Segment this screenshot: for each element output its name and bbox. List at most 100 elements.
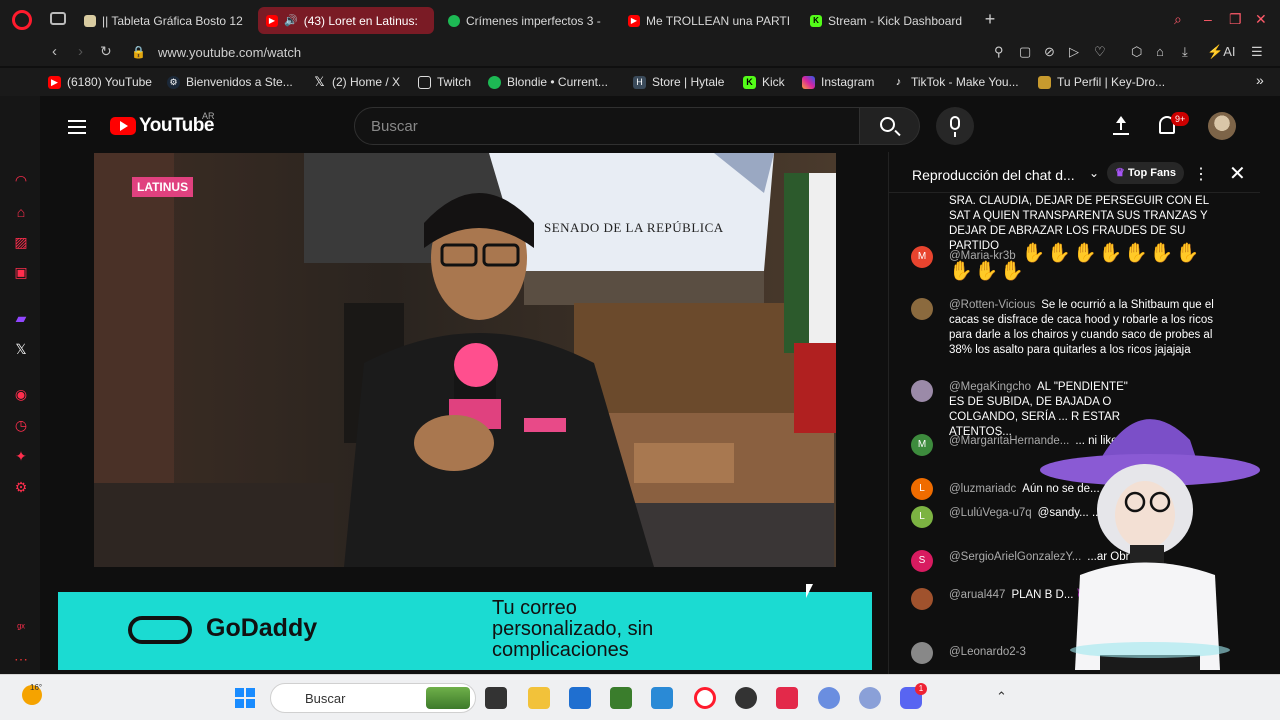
- wallet-icon[interactable]: ⌂: [1156, 44, 1164, 59]
- lock-icon[interactable]: 🔒: [131, 45, 146, 59]
- tab-tableta-grafica[interactable]: || Tableta Gráfica Bosto 12: [76, 7, 252, 34]
- chat-author[interactable]: @Rotten-Vicious: [949, 299, 1035, 311]
- chat-author[interactable]: @MegaKingcho: [949, 381, 1031, 393]
- vtube-studio-icon[interactable]: [818, 687, 840, 709]
- top-fans-chip[interactable]: ♛ Top Fans: [1107, 162, 1184, 184]
- maximize-icon[interactable]: ❐: [1229, 11, 1242, 28]
- youtube-logo-icon[interactable]: [110, 117, 136, 135]
- reload-icon[interactable]: ↻: [100, 43, 112, 60]
- voice-search-button[interactable]: [936, 107, 974, 145]
- sidebar-more-icon[interactable]: ⋯: [12, 651, 30, 669]
- search-tabs-icon[interactable]: ⌕: [1174, 11, 1182, 28]
- chat-author[interactable]: @luzmariadc: [949, 483, 1016, 495]
- windows-start-icon[interactable]: [235, 688, 255, 708]
- settings-icon[interactable]: ⚙: [12, 479, 30, 497]
- adblock-icon[interactable]: ⊘: [1044, 44, 1055, 60]
- history-icon[interactable]: ◷: [12, 417, 30, 435]
- crown-icon: ♛: [1115, 167, 1125, 179]
- upload-icon[interactable]: [1112, 116, 1130, 136]
- minimize-icon[interactable]: –: [1204, 11, 1212, 27]
- easy-setup-icon[interactable]: ☰: [1251, 44, 1263, 60]
- player-icon[interactable]: ▷: [1069, 44, 1079, 60]
- gx-control-icon[interactable]: ᵍˣ: [12, 622, 30, 640]
- gmail-icon[interactable]: ▣: [12, 264, 30, 282]
- bookmark-twitch[interactable]: Twitch: [418, 75, 471, 89]
- avatar[interactable]: M: [911, 246, 933, 268]
- back-icon[interactable]: ‹: [52, 43, 57, 60]
- bookmark-kick[interactable]: K Kick: [743, 75, 785, 89]
- x-icon[interactable]: 𝕏: [12, 341, 30, 359]
- menu-icon[interactable]: [68, 120, 86, 134]
- tab-kick-dashboard[interactable]: K Stream - Kick Dashboard: [802, 7, 978, 34]
- heart-icon[interactable]: ♡: [1094, 44, 1106, 60]
- close-window-icon[interactable]: ✕: [1255, 11, 1267, 28]
- url-field[interactable]: www.youtube.com/watch: [158, 45, 301, 60]
- chevron-down-icon[interactable]: ⌄: [1089, 166, 1099, 180]
- bookmark-x[interactable]: 𝕏 (2) Home / X: [313, 74, 400, 89]
- aria-icon[interactable]: ◠: [12, 172, 30, 190]
- tab-crimenes-imperfectos[interactable]: Crímenes imperfectos 3 -: [440, 7, 616, 34]
- avatar[interactable]: L: [911, 478, 933, 500]
- bookmark-youtube[interactable]: ▶ (6180) YouTube: [48, 75, 152, 89]
- avatar[interactable]: S: [911, 550, 933, 572]
- extensions-icon[interactable]: ✦: [12, 448, 30, 466]
- search-highlight-icon[interactable]: [426, 687, 470, 709]
- temperature: 16°: [30, 683, 43, 692]
- chat-author[interactable]: @arual447: [949, 589, 1005, 601]
- godaddy-ad-banner[interactable]: GoDaddy Tu correo personalizado, sin com…: [58, 592, 872, 670]
- opera-logo-icon[interactable]: [12, 10, 32, 30]
- account-avatar[interactable]: [1208, 112, 1236, 140]
- ad-brand: GoDaddy: [206, 614, 318, 642]
- bookmark-keydrop[interactable]: Tu Perfil | Key-Dro...: [1038, 75, 1165, 89]
- spotify-favicon-icon: [448, 14, 460, 27]
- youtube-favicon-icon: ▶: [48, 75, 61, 89]
- file-explorer-icon[interactable]: [528, 687, 550, 709]
- chat-title[interactable]: Reproducción del chat d...: [912, 167, 1075, 183]
- bookmark-steam[interactable]: ⚙ Bienvenidos a Ste...: [167, 75, 293, 89]
- chat-author[interactable]: @LulúVega-u7q: [949, 507, 1032, 519]
- obs-icon[interactable]: [735, 687, 757, 709]
- video-player[interactable]: LATINUS SENADO DE LA REPÚBLICA: [94, 153, 836, 567]
- more-bookmarks-icon[interactable]: »: [1256, 72, 1264, 88]
- extensions-icon[interactable]: ⬡: [1131, 44, 1142, 60]
- search-button[interactable]: [860, 107, 920, 145]
- shop-icon[interactable]: ⌂: [12, 204, 30, 222]
- microsoft-store-icon[interactable]: [569, 687, 591, 709]
- opera-taskbar-icon[interactable]: [694, 687, 716, 709]
- forward-icon[interactable]: ›: [78, 43, 83, 60]
- aria-ai-button[interactable]: ⚡AI: [1207, 44, 1235, 60]
- tiktok-live-icon[interactable]: [776, 687, 798, 709]
- gx-corner-icon[interactable]: ▨: [12, 234, 30, 252]
- chat-author[interactable]: @Leonardo2-3: [949, 646, 1026, 658]
- bookmark-instagram[interactable]: Instagram: [802, 75, 874, 89]
- youtube-favicon-icon: ▶: [266, 14, 278, 27]
- pin-icon[interactable]: ⚲: [994, 44, 1004, 60]
- bookmark-tiktok[interactable]: ♪ TikTok - Make You...: [892, 75, 1019, 89]
- avatar[interactable]: [911, 642, 933, 664]
- bookmark-hytale[interactable]: H Store | Hytale: [633, 75, 724, 89]
- minecraft-icon[interactable]: [610, 687, 632, 709]
- close-icon[interactable]: ✕: [1229, 161, 1246, 186]
- search-input[interactable]: Buscar: [354, 107, 860, 145]
- tab-switcher-icon[interactable]: [50, 12, 66, 25]
- task-view-icon[interactable]: [485, 687, 507, 709]
- avatar[interactable]: [911, 380, 933, 402]
- twitch-icon[interactable]: ▰: [12, 310, 30, 328]
- new-tab-button[interactable]: +: [982, 10, 998, 28]
- avatar[interactable]: M: [911, 434, 933, 456]
- more-options-icon[interactable]: ⋮: [1193, 164, 1209, 184]
- player-icon[interactable]: ◉: [12, 386, 30, 404]
- avatar[interactable]: L: [911, 506, 933, 528]
- snapshot-icon[interactable]: ▢: [1019, 44, 1031, 60]
- avatar[interactable]: [911, 298, 933, 320]
- speaker-icon[interactable]: 🔊: [284, 14, 298, 27]
- system-tray-chevron-icon[interactable]: ⌃: [996, 689, 1007, 705]
- bookmark-blondie[interactable]: Blondie • Current...: [488, 75, 608, 89]
- tab-title: || Tableta Gráfica Bosto 12: [102, 13, 243, 28]
- download-icon[interactable]: ⤓: [1182, 44, 1188, 60]
- photos-icon[interactable]: [651, 687, 673, 709]
- tab-me-trollean[interactable]: ▶ Me TROLLEAN una PARTI: [620, 7, 796, 34]
- tab-loret-latinus[interactable]: ▶ 🔊 (43) Loret en Latinus:: [258, 7, 434, 34]
- avatar[interactable]: [911, 588, 933, 610]
- app-icon[interactable]: [859, 687, 881, 709]
